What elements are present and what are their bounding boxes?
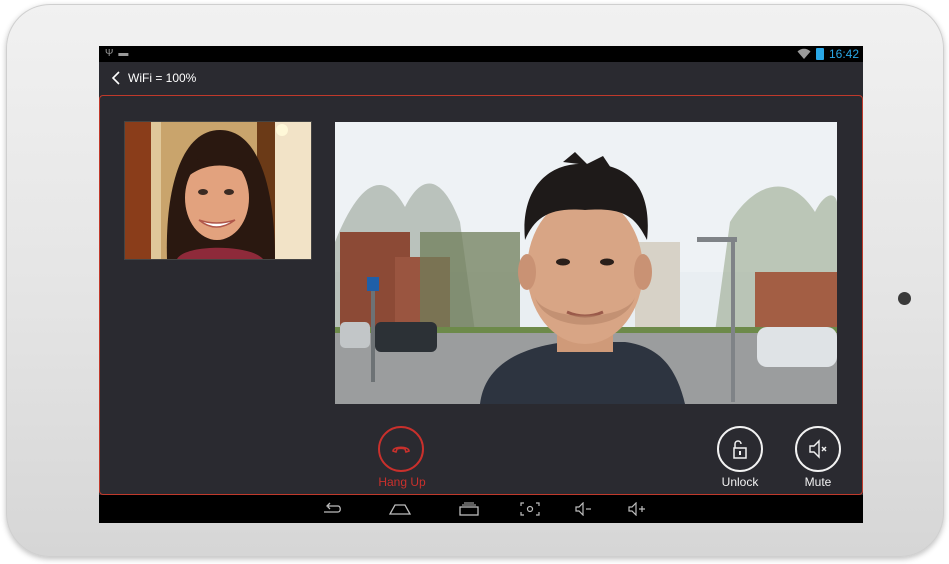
wifi-icon: [797, 48, 811, 59]
back-icon[interactable]: [320, 502, 342, 516]
self-video-image: [125, 122, 311, 259]
remote-video-image: [335, 122, 837, 404]
system-navigation-bar: [99, 495, 863, 523]
remote-video-feed[interactable]: [335, 122, 837, 404]
unlock-button[interactable]: [717, 426, 763, 472]
speaker-mute-icon: [809, 439, 827, 459]
status-bar: Ψ ▬ 16:42: [99, 46, 863, 62]
battery-icon: [816, 48, 824, 60]
screen: Ψ ▬ 16:42 WiFi = 100% Hang Up Unlock Mut…: [99, 46, 863, 523]
phone-hangup-icon: [392, 446, 410, 454]
volume-down-icon[interactable]: [574, 502, 594, 516]
call-panel: Hang Up Unlock Mute: [99, 95, 863, 495]
recent-apps-icon[interactable]: [457, 502, 481, 516]
usb-icon: Ψ: [105, 48, 114, 59]
status-clock: 16:42: [829, 47, 860, 61]
mute-label: Mute: [804, 475, 832, 489]
home-icon[interactable]: [388, 502, 412, 516]
front-camera: [898, 292, 911, 305]
android-debug-icon: ▬: [118, 48, 129, 59]
back-arrow-icon[interactable]: [111, 71, 121, 85]
volume-up-icon[interactable]: [627, 502, 647, 516]
status-left-icons: Ψ ▬: [105, 48, 133, 59]
hang-up-button[interactable]: [378, 426, 424, 472]
screenshot-icon[interactable]: [519, 502, 541, 516]
hang-up-label: Hang Up: [378, 475, 426, 489]
unlock-padlock-icon: [733, 440, 747, 459]
title-bar: WiFi = 100%: [99, 62, 863, 95]
unlock-label: Unlock: [721, 475, 759, 489]
self-video-preview[interactable]: [125, 122, 311, 259]
mute-button[interactable]: [795, 426, 841, 472]
page-title: WiFi = 100%: [128, 71, 197, 85]
